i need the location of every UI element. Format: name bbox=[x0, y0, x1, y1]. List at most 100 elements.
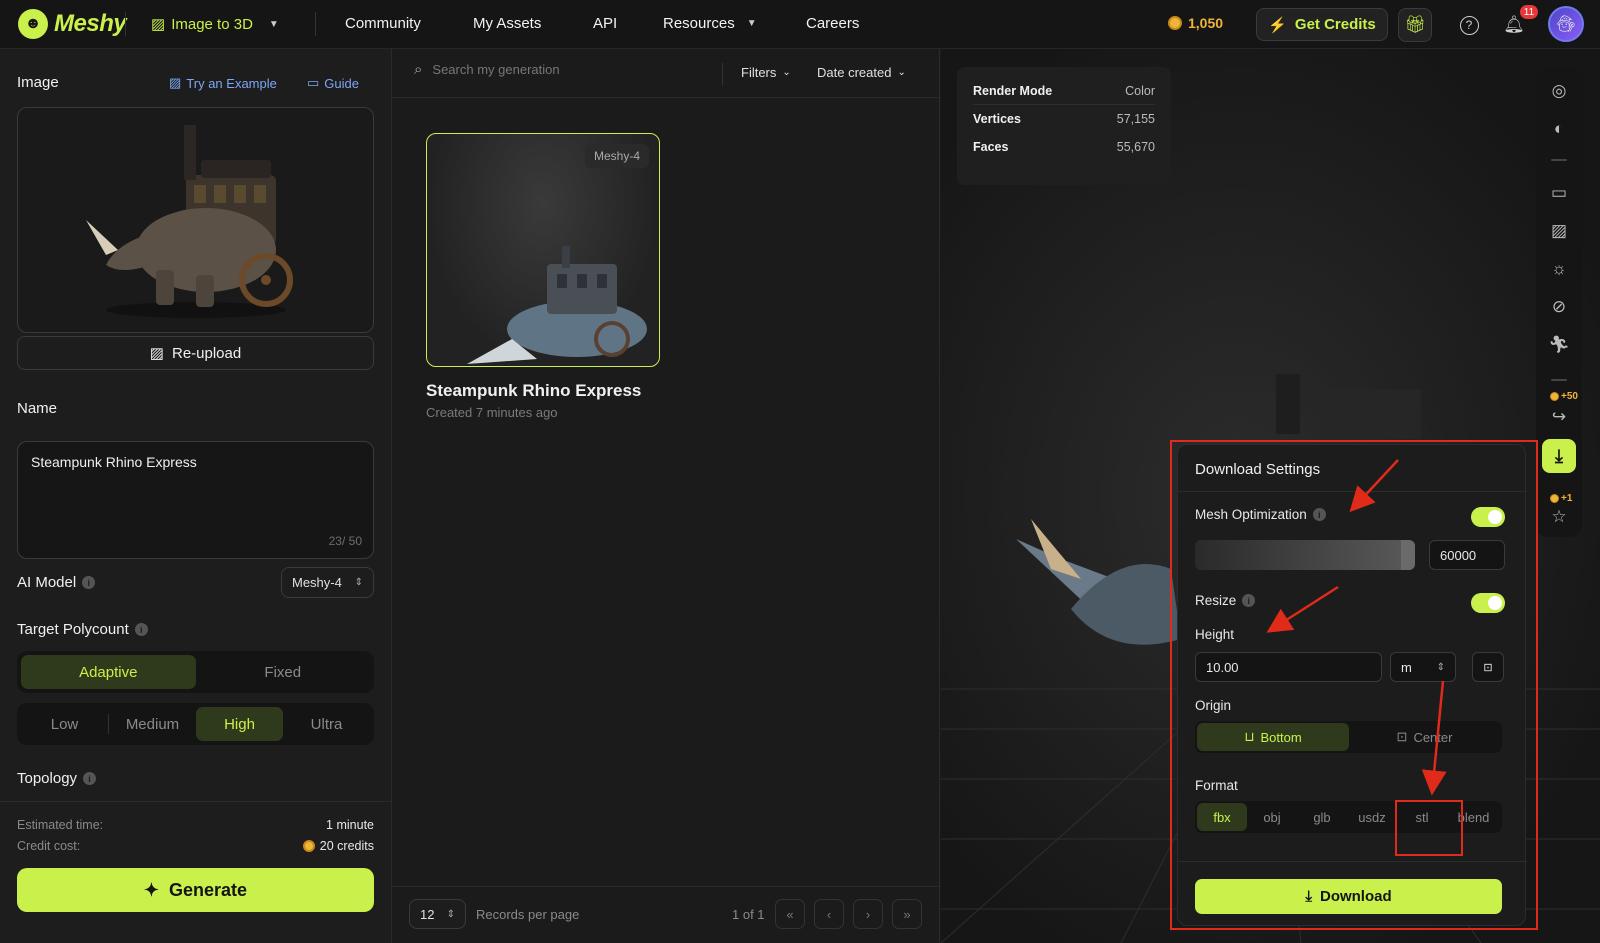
generation-card[interactable]: Meshy-4 bbox=[426, 133, 660, 367]
wireframe-sphere-icon[interactable]: ◎ bbox=[1547, 79, 1571, 103]
get-credits-button[interactable]: ⚡ Get Credits bbox=[1256, 8, 1388, 41]
nav-my-assets[interactable]: My Assets bbox=[473, 15, 541, 32]
filters-dropdown[interactable]: Filters ⌄ bbox=[741, 65, 791, 80]
coin-icon bbox=[1550, 494, 1559, 503]
prev-page-button[interactable]: ‹ bbox=[814, 899, 844, 929]
try-example-link[interactable]: ▨ Try an Example bbox=[169, 75, 277, 91]
generate-button[interactable]: ✦ Generate bbox=[17, 868, 374, 912]
quality-medium-option[interactable]: Medium bbox=[109, 707, 196, 741]
chevron-updown-icon: ⇕ bbox=[354, 577, 363, 588]
book-icon: ▭ bbox=[307, 75, 320, 90]
coin-icon bbox=[1168, 16, 1182, 30]
viewport-toolbar: ◎ ◐ ▭ ▨ ☼ ⊘ 🏃︎ +50 ↪ ⤓ +1 ☆ bbox=[1536, 67, 1582, 537]
share-bonus-badge: +50 bbox=[1550, 391, 1578, 402]
caret-down-icon: ▼ bbox=[268, 18, 279, 30]
animate-run-icon[interactable]: 🏃︎ bbox=[1547, 333, 1571, 357]
monitor-icon[interactable]: ▭ bbox=[1547, 181, 1571, 205]
nav-resources[interactable]: Resources ▼ bbox=[663, 15, 757, 32]
divider bbox=[125, 12, 126, 36]
download-icon-button[interactable]: ⤓ bbox=[1542, 439, 1576, 473]
uploaded-image-preview[interactable] bbox=[17, 107, 374, 333]
gift-icon[interactable]: 🎁︎ bbox=[1398, 8, 1432, 42]
divider bbox=[722, 63, 723, 85]
credit-cost-label: Credit cost: bbox=[17, 839, 81, 853]
pagination-bar: 12 ⇕ Records per page 1 of 1 « ‹ › » bbox=[392, 886, 940, 943]
generation-settings-panel: Image ▨ Try an Example ▭ Guide ▨ Re-uplo… bbox=[0, 49, 392, 943]
target-polycount-label: Target Polycount i bbox=[17, 621, 148, 638]
share-icon[interactable]: ↪ bbox=[1547, 405, 1571, 429]
estimated-time-label: Estimated time: bbox=[17, 818, 104, 832]
character-counter: 23/ 50 bbox=[328, 534, 362, 548]
polycount-fixed-option[interactable]: Fixed bbox=[196, 655, 371, 689]
rhino-image bbox=[85, 125, 293, 318]
per-page-label: Records per page bbox=[476, 907, 580, 922]
render-mode-row[interactable]: Render Mode Color bbox=[973, 77, 1155, 105]
faces-row: Faces 55,670 bbox=[973, 140, 1155, 154]
logo-icon: ☻ bbox=[18, 9, 48, 39]
quality-ultra-option[interactable]: Ultra bbox=[283, 707, 370, 741]
meshy-logo[interactable]: ☻ Meshy bbox=[18, 9, 127, 39]
notification-badge: 11 bbox=[1520, 5, 1538, 19]
divider bbox=[1551, 159, 1567, 161]
chevron-down-icon: ⌄ bbox=[782, 67, 791, 78]
nav-careers[interactable]: Careers bbox=[806, 15, 859, 32]
first-page-button[interactable]: « bbox=[775, 899, 805, 929]
divider bbox=[1551, 379, 1567, 381]
rate-bonus-badge: +1 bbox=[1550, 493, 1572, 504]
ai-model-label: AI Model i bbox=[17, 574, 96, 591]
divider bbox=[315, 12, 316, 36]
ai-model-select[interactable]: Meshy-4 ⇕ bbox=[281, 567, 374, 598]
annotation-box-stl bbox=[1395, 800, 1463, 856]
help-icon[interactable]: ? bbox=[1452, 8, 1486, 42]
hatch-icon[interactable]: ▨ bbox=[1547, 219, 1571, 243]
annotation-box-panel bbox=[1170, 440, 1538, 930]
model-tag: Meshy-4 bbox=[584, 144, 649, 168]
coin-icon bbox=[1550, 392, 1559, 401]
credit-balance[interactable]: 1,050 bbox=[1168, 15, 1223, 31]
image-icon: ▨ bbox=[151, 16, 166, 33]
chevron-updown-icon: ⇕ bbox=[446, 908, 455, 920]
last-page-button[interactable]: » bbox=[892, 899, 922, 929]
texture-icon[interactable]: ⊘ bbox=[1547, 295, 1571, 319]
polycount-adaptive-option[interactable]: Adaptive bbox=[21, 655, 196, 689]
vertices-row: Vertices 57,155 bbox=[973, 112, 1155, 126]
name-label: Name bbox=[17, 400, 58, 417]
info-icon[interactable]: i bbox=[83, 772, 97, 785]
card-title[interactable]: Steampunk Rhino Express bbox=[426, 381, 641, 401]
polycount-mode-toggle: Adaptive Fixed bbox=[17, 651, 374, 693]
info-icon[interactable]: i bbox=[82, 576, 96, 589]
credit-cost-value: 20 credits bbox=[250, 839, 374, 853]
search-input[interactable]: ⌕ Search my generation bbox=[414, 61, 560, 78]
sparkle-icon: ✦ bbox=[143, 879, 160, 900]
name-field[interactable]: Steampunk Rhino Express 23/ 50 bbox=[17, 441, 374, 559]
search-icon: ⌕ bbox=[414, 61, 423, 78]
guide-link[interactable]: ▭ Guide bbox=[307, 75, 359, 91]
page-info: 1 of 1 bbox=[732, 907, 765, 922]
model-stats-panel: Render Mode Color Vertices 57,155 Faces … bbox=[957, 67, 1171, 185]
avatar[interactable]: 🧙︎ bbox=[1548, 6, 1584, 42]
divider bbox=[392, 97, 940, 98]
reupload-button[interactable]: ▨ Re-upload bbox=[17, 336, 374, 370]
coin-icon bbox=[302, 840, 315, 852]
image-icon: ▨ bbox=[169, 75, 182, 90]
top-navigation-bar: ☻ Meshy ▨ Image to 3D ▼ Community My Ass… bbox=[0, 0, 1600, 49]
generation-list-panel: ⌕ Search my generation Filters ⌄ Date cr… bbox=[392, 49, 940, 943]
quality-high-option[interactable]: High bbox=[196, 707, 283, 741]
chevron-down-icon: ⌄ bbox=[897, 67, 906, 78]
card-subtitle: Created 7 minutes ago bbox=[426, 405, 558, 420]
shaded-sphere-icon[interactable]: ◐ bbox=[1547, 117, 1571, 141]
caret-down-icon: ▼ bbox=[746, 18, 757, 29]
sort-dropdown[interactable]: Date created ⌄ bbox=[817, 65, 906, 80]
nav-api[interactable]: API bbox=[593, 15, 617, 32]
mode-switcher[interactable]: ▨ Image to 3D ▼ bbox=[151, 15, 279, 34]
star-rate-icon[interactable]: ☆ bbox=[1547, 505, 1571, 529]
nav-community[interactable]: Community bbox=[345, 15, 421, 32]
per-page-select[interactable]: 12 ⇕ bbox=[409, 899, 466, 929]
image-upload-icon: ▨ bbox=[149, 345, 164, 362]
info-icon[interactable]: i bbox=[134, 623, 148, 636]
sun-icon[interactable]: ☼ bbox=[1547, 257, 1571, 281]
image-label: Image bbox=[17, 74, 59, 91]
topology-label: Topology i bbox=[17, 770, 97, 787]
quality-low-option[interactable]: Low bbox=[21, 707, 108, 741]
next-page-button[interactable]: › bbox=[853, 899, 883, 929]
